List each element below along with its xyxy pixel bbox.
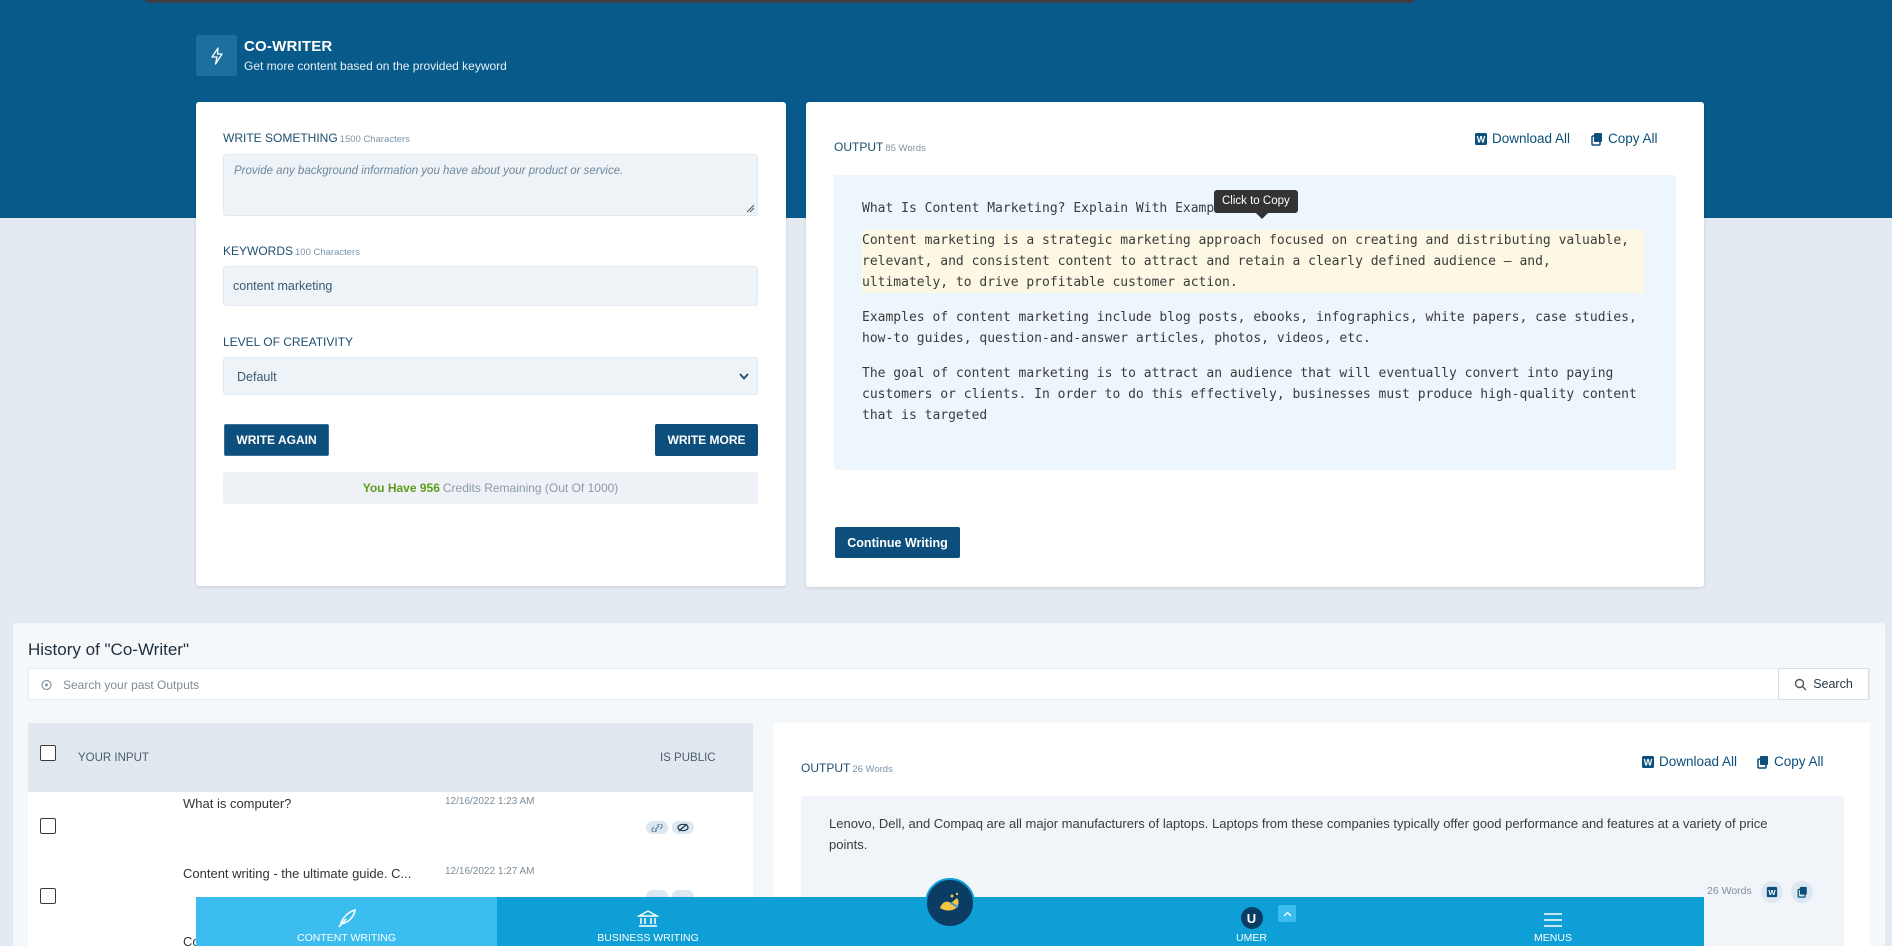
row-input[interactable]: What is computer? xyxy=(183,796,291,811)
resize-handle-icon[interactable] xyxy=(745,203,755,213)
row-input[interactable]: Content writing - the ultimate guide. C.… xyxy=(183,866,411,881)
output-paragraph[interactable]: Examples of content marketing include bl… xyxy=(862,307,1652,349)
history-search-bar: Search your past Outputs Search xyxy=(28,668,1870,700)
row-date: 12/16/2022 1:23 AM xyxy=(445,796,535,807)
history-output-label: OUTPUT 26 Words xyxy=(801,761,893,775)
nav-business-writing[interactable]: BUSINESS WRITING xyxy=(497,897,799,946)
history-word-count: 26 Words xyxy=(1707,885,1752,897)
word-doc-icon: W xyxy=(1642,755,1654,768)
feather-pen-icon xyxy=(337,908,356,928)
bottom-nav: CONTENT WRITING BUSINESS WRITING U UMER … xyxy=(196,878,1704,946)
copy-icon xyxy=(1591,132,1602,146)
word-doc-icon[interactable]: W xyxy=(1761,881,1783,903)
credits-bar: You Have 956 Credits Remaining (Out Of 1… xyxy=(223,472,758,504)
svg-text:W: W xyxy=(1768,888,1776,897)
search-location-icon xyxy=(41,679,52,691)
keywords-label: KEYWORDS 100 Characters xyxy=(223,244,360,258)
input-card: WRITE SOMETHING 1500 Characters Provide a… xyxy=(196,102,786,586)
creativity-label: LEVEL OF CREATIVITY xyxy=(223,335,354,349)
history-search-input[interactable]: Search your past Outputs xyxy=(63,678,199,692)
credits-count: You Have 956 xyxy=(362,481,440,495)
page-title: CO-WRITER xyxy=(244,38,333,55)
table-header: YOUR INPUT IS PUBLIC xyxy=(28,723,753,792)
creativity-select[interactable]: Default xyxy=(223,357,758,395)
credits-text: Credits Remaining (Out Of 1000) xyxy=(442,481,619,495)
svg-text:W: W xyxy=(1477,134,1486,144)
search-icon xyxy=(1794,678,1807,690)
nav-user[interactable]: U UMER xyxy=(1101,897,1402,946)
history-copy-all-link[interactable]: Copy All xyxy=(1757,754,1824,769)
nav-menus[interactable]: MENUS xyxy=(1402,897,1704,946)
word-doc-icon: W xyxy=(1475,132,1487,145)
svg-text:W: W xyxy=(1644,757,1653,767)
write-something-textarea[interactable]: Provide any background information you h… xyxy=(223,154,758,216)
row-checkbox[interactable] xyxy=(40,818,56,834)
copy-icon xyxy=(1757,755,1768,769)
link-icon[interactable] xyxy=(646,821,668,834)
chevron-down-icon xyxy=(739,373,749,380)
eye-slash-icon[interactable] xyxy=(672,821,694,834)
nav-content-writing[interactable]: CONTENT WRITING xyxy=(196,897,497,946)
output-text-box: What Is Content Marketing? Explain With … xyxy=(834,175,1676,470)
write-more-button[interactable]: WRITE MORE xyxy=(655,424,758,456)
hand-wave-icon[interactable] xyxy=(925,878,975,928)
write-label: WRITE SOMETHING 1500 Characters xyxy=(223,131,410,145)
history-download-all-link[interactable]: W Download All xyxy=(1641,754,1737,769)
output-card: OUTPUT 85 Words W Download All Copy All W… xyxy=(806,102,1704,587)
continue-writing-button[interactable]: Continue Writing xyxy=(835,527,960,558)
row-checkbox[interactable] xyxy=(40,888,56,904)
browser-edge xyxy=(145,0,1415,3)
write-again-button[interactable]: WRITE AGAIN xyxy=(224,424,329,456)
user-avatar: U xyxy=(1240,907,1263,929)
page-subtitle: Get more content based on the provided k… xyxy=(244,59,507,73)
lightning-icon xyxy=(196,35,237,76)
output-paragraph-highlighted[interactable]: Content marketing is a strategic marketi… xyxy=(862,230,1644,293)
output-paragraph[interactable]: The goal of content marketing is to attr… xyxy=(862,363,1652,426)
history-title: History of "Co-Writer" xyxy=(28,640,189,659)
hamburger-icon xyxy=(1544,913,1562,927)
search-button[interactable]: Search xyxy=(1778,668,1869,700)
output-label: OUTPUT 85 Words xyxy=(834,140,926,154)
col-your-input: YOUR INPUT xyxy=(78,752,149,764)
output-heading[interactable]: What Is Content Marketing? Explain With … xyxy=(862,198,1652,219)
download-all-link[interactable]: W Download All xyxy=(1474,131,1570,146)
copy-all-link[interactable]: Copy All xyxy=(1591,131,1658,146)
select-all-checkbox[interactable] xyxy=(40,745,56,761)
col-is-public: IS PUBLIC xyxy=(660,752,716,764)
tool-header: CO-WRITER Get more content based on the … xyxy=(196,35,507,76)
history-output-text[interactable]: Lenovo, Dell, and Compaq are all major m… xyxy=(829,813,1804,855)
chevron-up-icon xyxy=(1283,911,1291,916)
copy-icon[interactable] xyxy=(1791,881,1813,903)
keywords-input[interactable]: content marketing xyxy=(223,266,758,306)
row-date: 12/16/2022 1:27 AM xyxy=(445,866,535,877)
bank-icon xyxy=(637,910,659,927)
nav-center xyxy=(799,878,1101,946)
scroll-top-button[interactable] xyxy=(1278,905,1296,922)
